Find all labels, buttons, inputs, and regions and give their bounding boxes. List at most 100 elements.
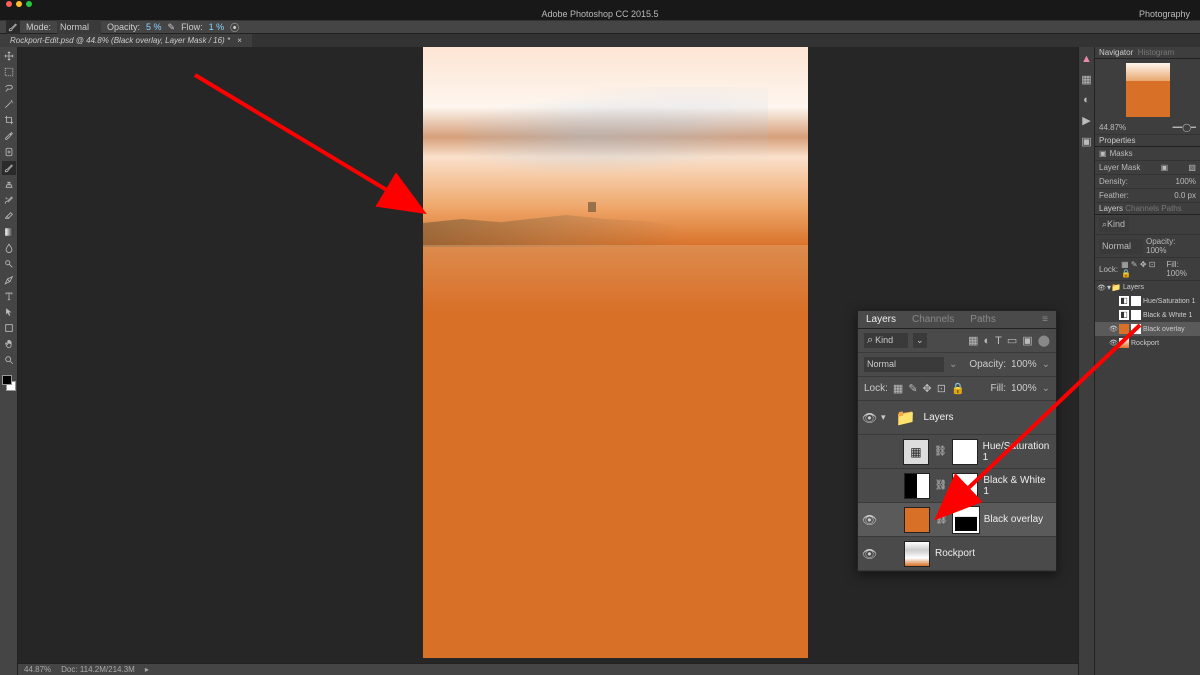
layer-rockport[interactable]: 👁 Rockport (858, 537, 1056, 571)
close-tab-icon[interactable]: × (237, 36, 242, 45)
brush-tool-icon[interactable] (6, 20, 20, 34)
paths-tab[interactable]: Paths (962, 311, 1004, 328)
link-icon[interactable]: ⛓ (935, 480, 948, 491)
lock-all-icon[interactable]: 🔒 (951, 382, 965, 395)
magic-wand-tool[interactable] (2, 97, 16, 111)
properties-panel-tab[interactable]: Properties (1099, 136, 1135, 145)
canvas[interactable] (423, 47, 808, 658)
doc-tab[interactable]: Rockport-Edit.psd @ 44.8% (Black overlay… (0, 34, 252, 47)
actions-panel-icon[interactable]: ▣ (1081, 135, 1091, 148)
visibility-icon[interactable]: 👁 (862, 547, 876, 561)
history-brush-tool[interactable] (2, 193, 16, 207)
paths-mini-tab[interactable]: Paths (1161, 204, 1181, 213)
mask-thumb[interactable] (952, 439, 978, 465)
mac-close[interactable] (6, 1, 12, 7)
filter-kind-dropdown[interactable]: Kind (864, 333, 908, 348)
brush-tool[interactable] (2, 161, 16, 175)
layer-bw[interactable]: ⛓ Black & White 1 (858, 469, 1056, 503)
layer-thumb[interactable] (904, 507, 930, 533)
lock-image-icon[interactable]: ✎ (908, 382, 917, 395)
lock-transparent-icon[interactable]: ▦ (893, 382, 903, 395)
mini-opacity[interactable]: Opacity: 100% (1146, 237, 1196, 255)
feather-value[interactable]: 0.0 px (1174, 191, 1196, 200)
crop-tool[interactable] (2, 113, 16, 127)
layer-name[interactable]: Hue/Saturation 1 (983, 441, 1052, 463)
swatches-panel-icon[interactable]: ▦ (1081, 73, 1091, 86)
nav-zoom-slider[interactable]: ━━◯━ (1173, 123, 1196, 132)
mini-layer-4[interactable]: Rockport (1131, 340, 1159, 347)
pixel-mask-icon[interactable]: ▣ (1161, 163, 1169, 172)
link-icon[interactable]: ⛓ (935, 514, 948, 525)
blur-tool[interactable] (2, 241, 16, 255)
pen-tool[interactable] (2, 273, 16, 287)
histogram-panel-tab[interactable]: Histogram (1138, 48, 1174, 57)
blend-mode-dropdown[interactable]: Normal (57, 20, 101, 35)
marquee-tool[interactable] (2, 65, 16, 79)
statusbar-chevron-icon[interactable]: ▸ (145, 665, 149, 674)
panel-menu-icon[interactable]: ≡ (1034, 311, 1056, 328)
layer-name[interactable]: Black & White 1 (983, 475, 1052, 497)
layer-name[interactable]: Rockport (935, 548, 975, 559)
flow-value[interactable]: 1 % (209, 22, 225, 32)
navigator-thumbnail[interactable] (1126, 63, 1170, 117)
type-tool[interactable] (2, 289, 16, 303)
mini-eye-icon[interactable]: 👁 (1109, 325, 1117, 333)
filter-pixel-icon[interactable]: ▦ (968, 334, 978, 347)
channels-mini-tab[interactable]: Channels (1125, 204, 1159, 213)
layer-blackoverlay[interactable]: 👁 ⛓ Black overlay (858, 503, 1056, 537)
path-select-tool[interactable] (2, 305, 16, 319)
layers-tab[interactable]: Layers (858, 311, 904, 328)
fill-value[interactable]: 100% (1011, 383, 1037, 394)
eyedropper-tool[interactable] (2, 129, 16, 143)
channels-tab[interactable]: Channels (904, 311, 962, 328)
layer-name[interactable]: Black overlay (984, 514, 1043, 525)
mini-eye-icon[interactable]: 👁 (1109, 339, 1117, 347)
mini-layer-2[interactable]: Black & White 1 (1143, 312, 1192, 319)
mini-eye-icon[interactable]: 👁 (1097, 284, 1105, 292)
eraser-tool[interactable] (2, 209, 16, 223)
mini-layer-3[interactable]: Black overlay (1143, 326, 1185, 333)
group-name[interactable]: Layers (924, 412, 954, 423)
lock-position-icon[interactable]: ✥ (923, 382, 932, 395)
filter-smart-icon[interactable]: ▣ (1022, 334, 1032, 347)
layer-thumb[interactable] (904, 541, 930, 567)
healing-brush-tool[interactable] (2, 145, 16, 159)
opacity-value[interactable]: 5 % (146, 22, 162, 32)
zoom-tool[interactable] (2, 353, 16, 367)
lasso-tool[interactable] (2, 81, 16, 95)
mac-zoom[interactable] (26, 1, 32, 7)
mac-minimize[interactable] (16, 1, 22, 7)
visibility-icon[interactable]: 👁 (862, 513, 876, 527)
filter-adjust-icon[interactable]: ◐ (983, 335, 990, 347)
density-value[interactable]: 100% (1176, 177, 1196, 186)
visibility-icon[interactable]: 👁 (862, 411, 876, 425)
layers-mini-tab[interactable]: Layers (1099, 204, 1123, 213)
link-icon[interactable]: ⛓ (934, 446, 947, 457)
history-panel-icon[interactable]: ▶ (1082, 114, 1090, 127)
adjustment-thumb[interactable]: ▦ (903, 439, 929, 465)
mini-blend-dropdown[interactable]: Normal (1099, 239, 1143, 254)
filter-toggle[interactable]: ⬤ (1038, 334, 1050, 347)
blend-mode-dropdown[interactable]: Normal (864, 357, 944, 372)
adjustment-thumb[interactable] (904, 473, 930, 499)
mini-layer-1[interactable]: Hue/Saturation 1 (1143, 298, 1196, 305)
dodge-tool[interactable] (2, 257, 16, 271)
hand-tool[interactable] (2, 337, 16, 351)
color-swatches[interactable] (2, 375, 16, 391)
zoom-readout[interactable]: 44.87% (24, 665, 51, 674)
doc-info[interactable]: Doc: 114.2M/214.3M (61, 665, 135, 674)
nav-panel-tab[interactable]: Navigator (1099, 48, 1133, 57)
layer-group[interactable]: 👁 ▾ 📁 Layers (858, 401, 1056, 435)
nav-zoom[interactable]: 44.87% (1099, 123, 1126, 132)
move-tool[interactable] (2, 49, 16, 63)
mini-lock-icons[interactable]: ▦ ✎ ✥ ⊡ 🔒 (1121, 260, 1160, 278)
gradient-tool[interactable] (2, 225, 16, 239)
layers-panel[interactable]: Layers Channels Paths ≡ Kind ⌄ ▦ ◐ T ▭ ▣… (857, 310, 1057, 572)
filter-type-icon[interactable]: T (995, 335, 1002, 347)
adjustments-panel-icon[interactable]: ◐ (1083, 94, 1090, 106)
filter-shape-icon[interactable]: ▭ (1007, 334, 1017, 347)
mask-thumb[interactable] (952, 473, 978, 499)
color-panel-icon[interactable]: ▲ (1081, 53, 1092, 65)
lock-artboard-icon[interactable]: ⊡ (937, 382, 946, 395)
vector-mask-icon[interactable]: ▨ (1188, 163, 1196, 172)
